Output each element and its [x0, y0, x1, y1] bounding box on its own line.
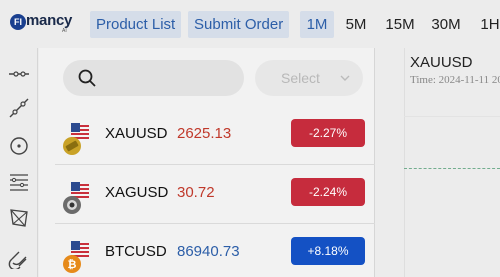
list-item[interactable]: XAGUSD 30.72 -2.24% — [55, 166, 375, 224]
logo-sub: AI — [62, 28, 67, 34]
timeframe-15m[interactable]: 15M — [382, 11, 418, 38]
symbol-price: 2625.13 — [177, 125, 232, 142]
search-input[interactable] — [63, 60, 244, 96]
symbol-select[interactable]: Select — [255, 60, 363, 96]
chart-divider — [404, 48, 405, 277]
polygon-icon[interactable] — [5, 204, 33, 232]
circle-icon[interactable] — [5, 132, 33, 160]
timeframe-5m[interactable]: 5M — [341, 11, 371, 38]
fibonacci-icon[interactable] — [5, 168, 33, 196]
search-icon — [78, 69, 96, 87]
trend-line-icon[interactable] — [5, 94, 33, 122]
product-list-panel: Select XAUUSD 2625.13 -2.27% XAGUSD 30.7… — [39, 48, 375, 277]
select-placeholder: Select — [281, 70, 320, 86]
symbol-name: XAUUSD — [105, 125, 168, 142]
logo-badge: FI — [10, 14, 26, 30]
bitcoin-icon: ₿ — [63, 241, 89, 273]
silver-coin-icon — [63, 182, 89, 214]
logo-text: mancy — [26, 12, 73, 29]
svg-text:₿: ₿ — [68, 259, 77, 271]
change-badge: -2.24% — [291, 178, 365, 206]
symbol-name: BTCUSD — [105, 243, 167, 260]
magnet-icon[interactable] — [5, 244, 33, 272]
timeframe-1m[interactable]: 1M — [300, 11, 334, 38]
list-item[interactable]: ₿ BTCUSD 86940.73 +8.18% — [55, 225, 375, 277]
chart-area[interactable]: XAUUSD Time: 2024-11-11 20 — [376, 48, 500, 277]
top-bar: FI mancy AI Product List Submit Order 1M… — [0, 0, 500, 48]
app-logo[interactable]: FI mancy AI — [8, 10, 78, 34]
change-badge: +8.18% — [291, 237, 365, 265]
chart-time: Time: 2024-11-11 20 — [410, 74, 500, 86]
price-line — [404, 168, 500, 169]
gold-coin-icon — [63, 123, 89, 155]
chevron-down-icon — [340, 75, 350, 81]
chart-symbol: XAUUSD — [410, 54, 473, 71]
nav-submit-order[interactable]: Submit Order — [188, 11, 290, 38]
symbol-name: XAGUSD — [105, 184, 169, 201]
symbol-price: 86940.73 — [177, 243, 240, 260]
drawing-toolbar — [0, 48, 38, 277]
change-badge: -2.27% — [291, 119, 365, 147]
nav-product-list[interactable]: Product List — [90, 11, 182, 38]
symbol-price: 30.72 — [177, 184, 215, 201]
timeframe-30m[interactable]: 30M — [428, 11, 464, 38]
list-item[interactable]: XAUUSD 2625.13 -2.27% — [55, 107, 375, 165]
chart-gridline — [404, 116, 500, 117]
horizontal-line-icon[interactable] — [5, 60, 33, 88]
timeframe-1h[interactable]: 1H — [476, 11, 500, 38]
